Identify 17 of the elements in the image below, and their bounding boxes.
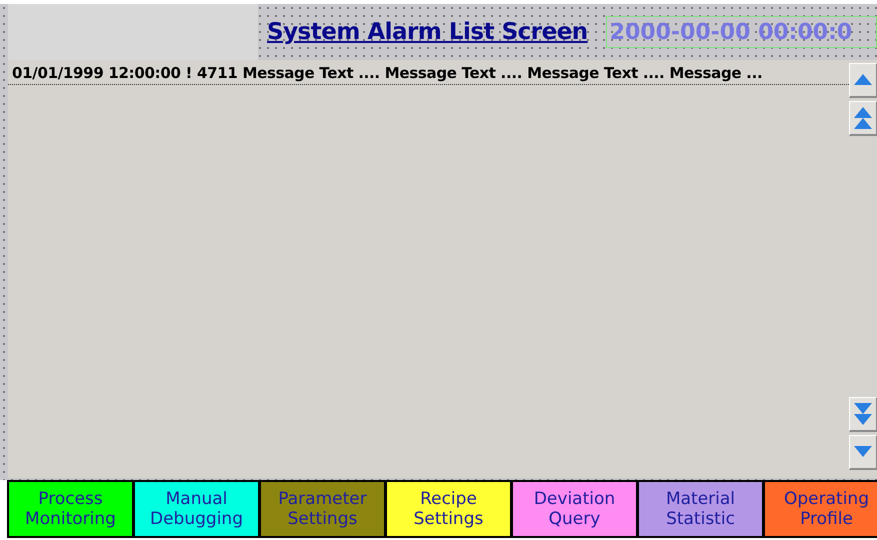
double-down-triangle-icon — [852, 402, 874, 426]
scroll-down-button[interactable] — [849, 435, 877, 470]
nav-button[interactable]: Material Statistic — [639, 482, 762, 536]
down-triangle-icon — [852, 445, 874, 459]
double-up-triangle-icon — [852, 106, 874, 130]
nav-button[interactable]: Operating Profile — [765, 482, 877, 536]
nav-button[interactable]: Manual Debugging — [135, 482, 258, 536]
nav-button[interactable]: Recipe Settings — [387, 482, 510, 536]
scroll-up-button[interactable] — [849, 63, 877, 98]
date-time-display: 2000-00-00 00:00:0 — [606, 16, 877, 48]
nav-button[interactable]: Deviation Query — [513, 482, 636, 536]
alarm-row[interactable]: 01/01/1999 12:00:00 ! 4711 Message Text .... Message Text .... Message Text .... Message ... — [8, 62, 849, 85]
page-up-button[interactable] — [849, 101, 877, 136]
up-triangle-icon — [852, 73, 874, 87]
screen-title: System Alarm List Screen — [267, 18, 588, 47]
nav-button[interactable]: Process Monitoring — [9, 482, 132, 536]
page-down-button[interactable] — [849, 397, 877, 432]
